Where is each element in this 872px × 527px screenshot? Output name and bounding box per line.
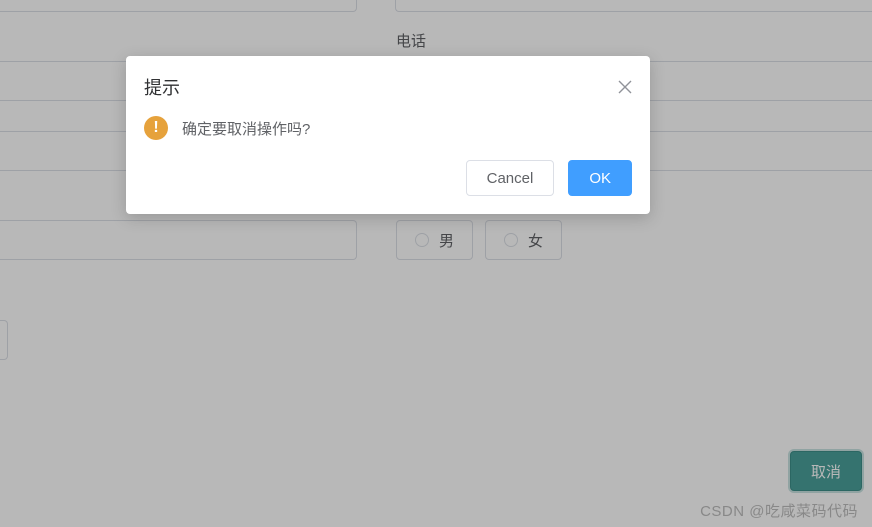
confirm-dialog: 提示 ! 确定要取消操作吗? Cancel OK — [126, 56, 650, 214]
dialog-cancel-button[interactable]: Cancel — [466, 160, 555, 196]
dialog-message: 确定要取消操作吗? — [182, 118, 310, 139]
dialog-title: 提示 — [144, 74, 180, 100]
dialog-ok-button[interactable]: OK — [568, 160, 632, 196]
warning-icon: ! — [144, 116, 168, 140]
watermark-text: CSDN @吃咸菜码代码 — [700, 500, 858, 521]
close-icon[interactable] — [616, 78, 634, 96]
